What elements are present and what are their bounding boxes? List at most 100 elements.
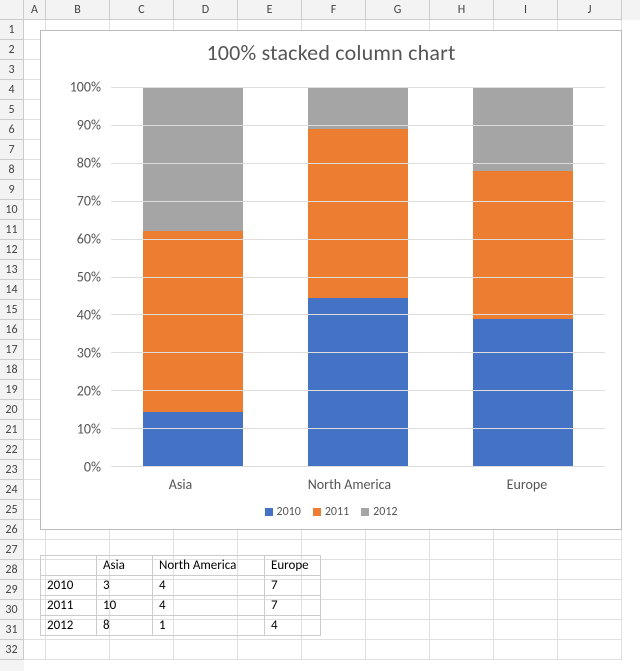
row-header[interactable]: 1 <box>0 20 24 40</box>
bar-segment <box>143 87 243 231</box>
row-header[interactable]: 6 <box>0 120 24 140</box>
row-header[interactable]: 25 <box>0 500 24 520</box>
cell[interactable] <box>430 640 494 660</box>
cell[interactable] <box>494 540 558 560</box>
cell[interactable] <box>46 640 110 660</box>
bar-segment <box>473 87 573 171</box>
cell[interactable] <box>366 560 430 580</box>
row-header[interactable]: 15 <box>0 300 24 320</box>
cell[interactable] <box>366 580 430 600</box>
x-tick-label: Asia <box>169 476 193 493</box>
col-header[interactable]: D <box>174 0 238 20</box>
cell[interactable] <box>558 560 622 580</box>
y-tick-label: 20% <box>77 383 101 400</box>
bar-segment <box>143 231 243 411</box>
col-header[interactable]: B <box>46 0 110 20</box>
legend-item: 2012 <box>361 505 397 519</box>
row-header[interactable]: 28 <box>0 560 24 580</box>
row-header[interactable]: 14 <box>0 280 24 300</box>
col-header[interactable]: A <box>24 0 46 20</box>
header-corner <box>0 0 24 20</box>
cell[interactable] <box>494 640 558 660</box>
legend-swatch <box>361 508 369 516</box>
row-header[interactable]: 19 <box>0 380 24 400</box>
bar-segment <box>473 319 573 466</box>
col-header[interactable]: E <box>238 0 302 20</box>
row-header[interactable]: 7 <box>0 140 24 160</box>
row-header[interactable]: 32 <box>0 640 24 660</box>
column-headers: ABCDEFGHIJ <box>0 0 640 20</box>
cell[interactable] <box>366 600 430 620</box>
cell[interactable] <box>238 640 302 660</box>
chart-object[interactable]: 100% stacked column chart 0%10%20%30%40%… <box>40 30 622 530</box>
row-header[interactable]: 20 <box>0 400 24 420</box>
cell[interactable] <box>302 640 366 660</box>
cell[interactable] <box>558 540 622 560</box>
cell[interactable] <box>174 640 238 660</box>
row-header[interactable]: 30 <box>0 600 24 620</box>
y-tick-label: 50% <box>77 269 101 286</box>
cell[interactable] <box>430 580 494 600</box>
row-header[interactable]: 13 <box>0 260 24 280</box>
row-header[interactable]: 26 <box>0 520 24 540</box>
y-tick-label: 40% <box>77 307 101 324</box>
cell[interactable] <box>366 540 430 560</box>
cell[interactable] <box>430 560 494 580</box>
cell[interactable] <box>430 620 494 640</box>
table-row: 2010 3 4 7 <box>41 576 321 596</box>
cell[interactable] <box>558 580 622 600</box>
gridline <box>111 239 605 240</box>
row-header[interactable]: 23 <box>0 460 24 480</box>
row-header[interactable]: 16 <box>0 320 24 340</box>
cell[interactable] <box>494 560 558 580</box>
row-header[interactable]: 29 <box>0 580 24 600</box>
row-header[interactable]: 11 <box>0 220 24 240</box>
row-header[interactable]: 9 <box>0 180 24 200</box>
col-header[interactable]: I <box>494 0 558 20</box>
col-header[interactable]: H <box>430 0 494 20</box>
table-cell: 7 <box>265 576 321 596</box>
legend-item: 2011 <box>313 505 349 519</box>
cell[interactable] <box>430 600 494 620</box>
cell[interactable] <box>494 580 558 600</box>
cell[interactable] <box>110 640 174 660</box>
chart-title: 100% stacked column chart <box>41 31 621 70</box>
x-tick-label: Europe <box>507 476 548 493</box>
table-col-header: Asia <box>97 556 153 576</box>
row-header[interactable]: 24 <box>0 480 24 500</box>
cell[interactable] <box>366 620 430 640</box>
table-corner <box>41 556 97 576</box>
gridline <box>111 390 605 391</box>
cell[interactable] <box>24 640 46 660</box>
col-header[interactable]: F <box>302 0 366 20</box>
col-header[interactable]: C <box>110 0 174 20</box>
row-header[interactable]: 22 <box>0 440 24 460</box>
cell[interactable] <box>494 600 558 620</box>
row-header[interactable]: 2 <box>0 40 24 60</box>
bar-segment <box>308 298 408 466</box>
cell[interactable] <box>558 600 622 620</box>
cell[interactable] <box>494 620 558 640</box>
row-header[interactable]: 5 <box>0 100 24 120</box>
data-table[interactable]: Asia North America Europe 2010 3 4 7 201… <box>40 555 321 636</box>
y-tick-label: 80% <box>77 155 101 172</box>
row-header[interactable]: 12 <box>0 240 24 260</box>
legend-swatch <box>313 508 321 516</box>
row-header[interactable]: 3 <box>0 60 24 80</box>
row-header[interactable]: 18 <box>0 360 24 380</box>
legend-swatch <box>265 508 273 516</box>
cell[interactable] <box>558 620 622 640</box>
row-header[interactable]: 21 <box>0 420 24 440</box>
row-header[interactable]: 4 <box>0 80 24 100</box>
row-header[interactable]: 8 <box>0 160 24 180</box>
row-header[interactable]: 10 <box>0 200 24 220</box>
col-header[interactable]: G <box>366 0 430 20</box>
row-header[interactable]: 27 <box>0 540 24 560</box>
col-header[interactable]: J <box>558 0 622 20</box>
cell[interactable] <box>366 640 430 660</box>
cell[interactable] <box>430 540 494 560</box>
cell[interactable] <box>558 640 622 660</box>
table-cell: 4 <box>265 616 321 636</box>
row-header[interactable]: 17 <box>0 340 24 360</box>
row-header[interactable]: 31 <box>0 620 24 640</box>
